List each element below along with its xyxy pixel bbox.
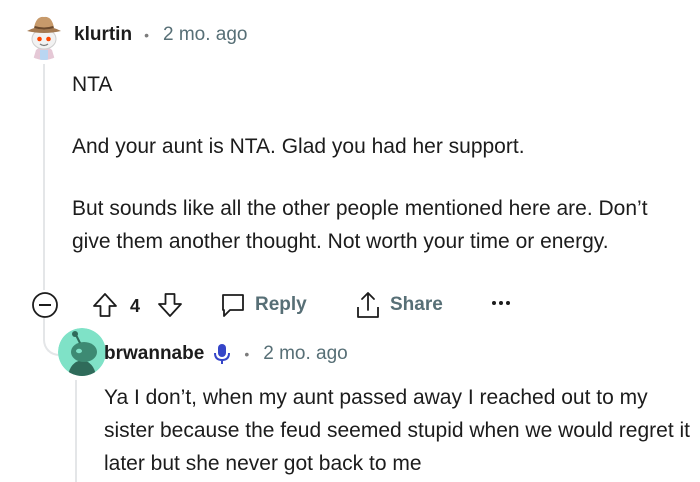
share-icon	[357, 292, 379, 318]
timestamp[interactable]: 2 mo. ago	[263, 343, 348, 365]
timestamp[interactable]: 2 mo. ago	[163, 24, 248, 46]
comment-paragraph: NTA	[72, 73, 113, 96]
comment-meta: klurtin • 2 mo. ago	[74, 24, 247, 46]
share-label: Share	[390, 294, 443, 315]
reply-avatar[interactable]	[58, 328, 106, 376]
comment-body: NTA And your aunt is NTA. Glad you had h…	[72, 68, 682, 287]
vote-count: 4	[130, 296, 141, 316]
more-options-icon	[492, 301, 510, 305]
avatar[interactable]	[20, 12, 68, 60]
reply-body: Ya I don’t, when my aunt passed away I r…	[104, 386, 691, 475]
user-avatar-icon	[20, 12, 68, 60]
reply-thread-line	[75, 380, 77, 482]
downvote-icon	[158, 293, 182, 317]
user-avatar-icon	[58, 328, 106, 376]
separator-dot: •	[244, 346, 250, 362]
share-button[interactable]: Share	[354, 290, 443, 320]
collapse-button[interactable]	[30, 290, 60, 320]
more-options-button[interactable]	[490, 297, 512, 309]
thread-line	[43, 64, 45, 290]
upvote-icon	[93, 293, 117, 317]
username[interactable]: klurtin	[74, 24, 132, 46]
downvote-button[interactable]	[157, 292, 183, 318]
reply-label: Reply	[255, 294, 307, 315]
comment-actions: 4 Reply Share	[30, 288, 530, 322]
upvote-button[interactable]	[92, 292, 118, 318]
collapse-icon	[32, 292, 58, 318]
comment-paragraph: And your aunt is NTA. Glad you had her s…	[72, 135, 525, 158]
comment-paragraph: But sounds like all the other people men…	[72, 197, 648, 253]
reply-button[interactable]: Reply	[219, 291, 307, 319]
microphone-icon	[214, 344, 231, 364]
separator-dot: •	[144, 27, 149, 43]
username[interactable]: brwannabe	[104, 343, 204, 365]
reply-meta: brwannabe • 2 mo. ago	[104, 342, 348, 366]
comment-icon	[222, 294, 244, 317]
